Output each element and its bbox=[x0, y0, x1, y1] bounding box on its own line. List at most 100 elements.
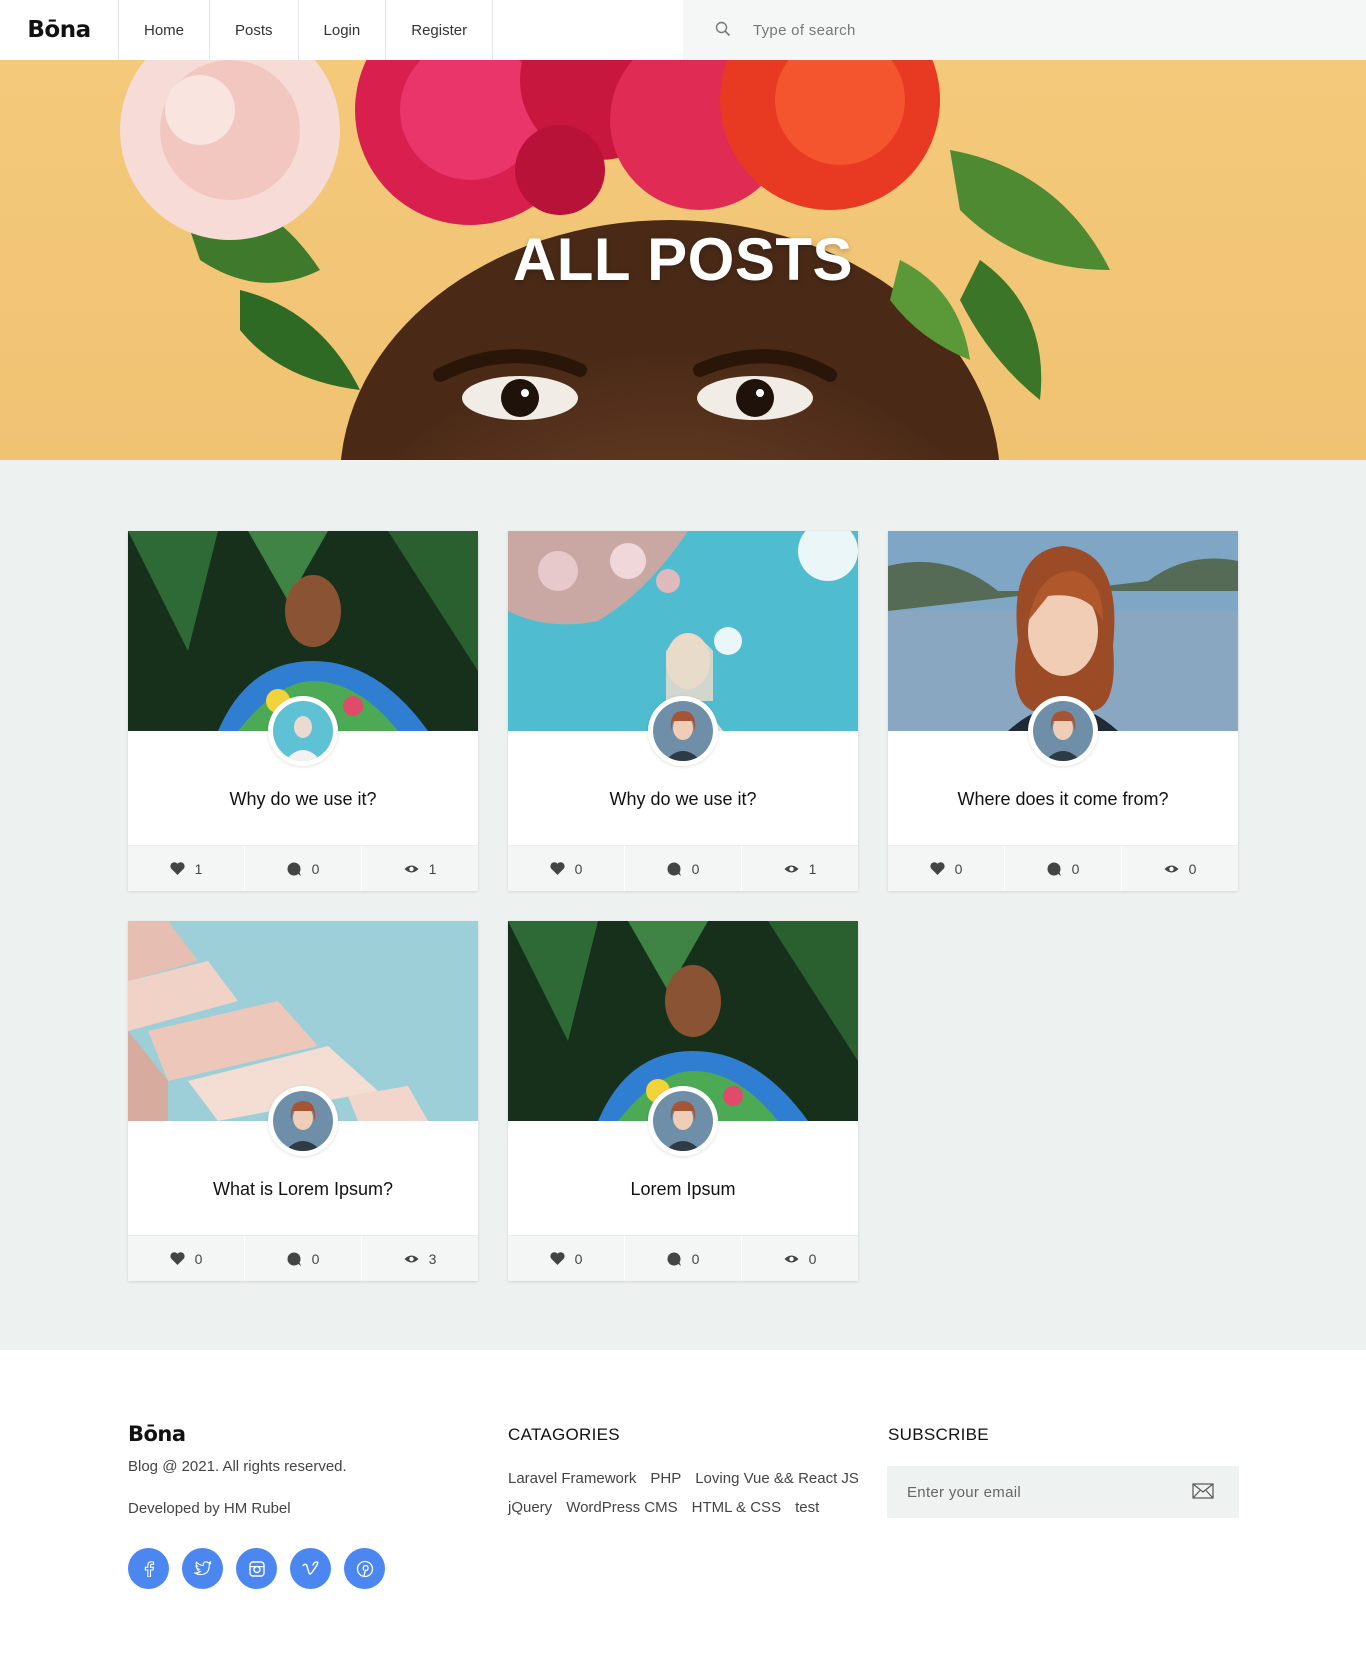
heart-icon bbox=[169, 862, 185, 875]
view-button[interactable]: 1 bbox=[742, 846, 858, 891]
post-card[interactable]: Why do we use it? 1 0 1 bbox=[128, 531, 478, 891]
category-link[interactable]: WordPress CMS bbox=[566, 1499, 677, 1516]
like-button[interactable]: 0 bbox=[128, 1236, 245, 1281]
twitter-icon[interactable] bbox=[182, 1548, 223, 1589]
site-footer: Bōna Blog @ 2021. All rights reserved. D… bbox=[0, 1350, 1366, 1660]
view-button[interactable]: 0 bbox=[1122, 846, 1238, 891]
comment-button[interactable]: 0 bbox=[245, 1236, 362, 1281]
author-avatar[interactable] bbox=[268, 696, 338, 766]
comment-icon bbox=[667, 862, 681, 876]
comment-count: 0 bbox=[691, 1250, 700, 1267]
post-stats: 0 0 0 bbox=[508, 1235, 858, 1281]
eye-icon bbox=[784, 865, 799, 872]
view-count: 0 bbox=[1188, 860, 1197, 877]
post-card[interactable]: Why do we use it? 0 0 1 bbox=[508, 531, 858, 891]
comment-icon bbox=[287, 862, 301, 876]
footer-logo[interactable]: Bōna bbox=[128, 1422, 186, 1446]
category-link[interactable]: PHP bbox=[650, 1470, 681, 1487]
comment-count: 0 bbox=[1071, 860, 1080, 877]
site-logo[interactable]: Bōna bbox=[0, 0, 119, 60]
hero-banner: ALL POSTS bbox=[0, 60, 1366, 460]
author-avatar[interactable] bbox=[648, 1086, 718, 1156]
comment-count: 0 bbox=[691, 860, 700, 877]
mail-icon[interactable] bbox=[1192, 1483, 1214, 1499]
like-button[interactable]: 0 bbox=[508, 846, 625, 891]
post-card[interactable]: Lorem Ipsum 0 0 0 bbox=[508, 921, 858, 1281]
instagram-icon[interactable] bbox=[236, 1548, 277, 1589]
view-button[interactable]: 1 bbox=[362, 846, 478, 891]
comment-icon bbox=[287, 1252, 301, 1266]
post-stats: 1 0 1 bbox=[128, 845, 478, 891]
email-field[interactable] bbox=[907, 1478, 1177, 1506]
post-stats: 0 0 3 bbox=[128, 1235, 478, 1281]
like-count: 0 bbox=[574, 1250, 583, 1267]
view-button[interactable]: 3 bbox=[362, 1236, 478, 1281]
like-count: 0 bbox=[954, 860, 963, 877]
search-input[interactable] bbox=[753, 16, 1313, 44]
post-title[interactable]: What is Lorem Ipsum? bbox=[128, 1179, 478, 1200]
eye-icon bbox=[1164, 865, 1179, 872]
post-title[interactable]: Why do we use it? bbox=[128, 789, 478, 810]
like-count: 1 bbox=[194, 860, 203, 877]
vimeo-icon[interactable] bbox=[290, 1548, 331, 1589]
copyright-text: Blog @ 2021. All rights reserved. bbox=[128, 1458, 347, 1475]
comment-button[interactable]: 0 bbox=[625, 1236, 742, 1281]
author-avatar[interactable] bbox=[648, 696, 718, 766]
comment-icon bbox=[1047, 862, 1061, 876]
author-avatar[interactable] bbox=[268, 1086, 338, 1156]
category-link[interactable]: Loving Vue && React JS bbox=[695, 1470, 859, 1487]
like-count: 0 bbox=[574, 860, 583, 877]
developer-credit: Developed by HM Rubel bbox=[128, 1500, 291, 1517]
heart-icon bbox=[549, 1252, 565, 1265]
page-title: ALL POSTS bbox=[512, 226, 854, 293]
post-title[interactable]: Where does it come from? bbox=[888, 789, 1238, 810]
like-button[interactable]: 0 bbox=[888, 846, 1005, 891]
view-count: 1 bbox=[808, 860, 817, 877]
search-icon[interactable] bbox=[715, 21, 731, 37]
view-button[interactable]: 0 bbox=[742, 1236, 858, 1281]
like-count: 0 bbox=[194, 1250, 203, 1267]
post-title[interactable]: Why do we use it? bbox=[508, 789, 858, 810]
heart-icon bbox=[549, 862, 565, 875]
facebook-icon[interactable] bbox=[128, 1548, 169, 1589]
subscribe-heading: SUBSCRIBE bbox=[888, 1425, 989, 1444]
comment-button[interactable]: 0 bbox=[245, 846, 362, 891]
category-list: Laravel Framework PHP Loving Vue && Reac… bbox=[508, 1470, 868, 1516]
categories-heading: CATAGORIES bbox=[508, 1425, 620, 1444]
view-count: 0 bbox=[808, 1250, 817, 1267]
view-count: 1 bbox=[428, 860, 437, 877]
nav-login[interactable]: Login bbox=[299, 0, 387, 60]
eye-icon bbox=[784, 1255, 799, 1262]
comment-count: 0 bbox=[311, 1250, 320, 1267]
heart-icon bbox=[929, 862, 945, 875]
category-link[interactable]: jQuery bbox=[508, 1499, 552, 1516]
eye-icon bbox=[404, 1255, 419, 1262]
main-nav: Home Posts Login Register bbox=[119, 0, 494, 60]
category-link[interactable]: Laravel Framework bbox=[508, 1470, 636, 1487]
heart-icon bbox=[169, 1252, 185, 1265]
site-header: Bōna Home Posts Login Register bbox=[0, 0, 1366, 60]
comment-count: 0 bbox=[311, 860, 320, 877]
subscribe-form bbox=[887, 1466, 1239, 1518]
search-bar bbox=[683, 0, 1366, 60]
author-avatar[interactable] bbox=[1028, 696, 1098, 766]
post-title[interactable]: Lorem Ipsum bbox=[508, 1179, 858, 1200]
like-button[interactable]: 0 bbox=[508, 1236, 625, 1281]
post-stats: 0 0 1 bbox=[508, 845, 858, 891]
pinterest-icon[interactable] bbox=[344, 1548, 385, 1589]
post-card[interactable]: Where does it come from? 0 0 0 bbox=[888, 531, 1238, 891]
nav-posts[interactable]: Posts bbox=[210, 0, 299, 60]
posts-section: Why do we use it? 1 0 1 Why do we use it… bbox=[0, 460, 1366, 1350]
comment-button[interactable]: 0 bbox=[625, 846, 742, 891]
eye-icon bbox=[404, 865, 419, 872]
nav-register[interactable]: Register bbox=[386, 0, 494, 60]
post-stats: 0 0 0 bbox=[888, 845, 1238, 891]
category-link[interactable]: test bbox=[795, 1499, 819, 1516]
comment-button[interactable]: 0 bbox=[1005, 846, 1122, 891]
nav-home[interactable]: Home bbox=[119, 0, 211, 60]
view-count: 3 bbox=[428, 1250, 437, 1267]
category-link[interactable]: HTML & CSS bbox=[692, 1499, 781, 1516]
social-links bbox=[128, 1548, 385, 1589]
post-card[interactable]: What is Lorem Ipsum? 0 0 3 bbox=[128, 921, 478, 1281]
like-button[interactable]: 1 bbox=[128, 846, 245, 891]
